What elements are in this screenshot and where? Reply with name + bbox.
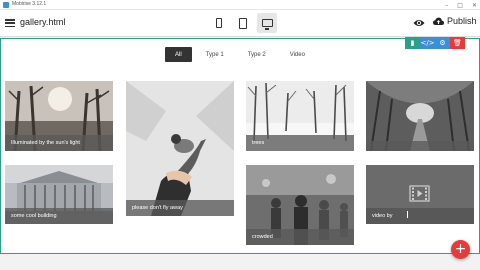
code-icon[interactable]: </> [420, 37, 435, 49]
gear-icon[interactable]: ⚙ [435, 37, 450, 49]
filter-video[interactable]: Video [280, 47, 315, 62]
filter-all[interactable]: All [165, 47, 192, 62]
gallery-caption [366, 141, 474, 151]
add-block-button[interactable]: + [451, 240, 470, 259]
gallery-caption: please don't fly away [126, 200, 234, 216]
filter-type-1[interactable]: Type 1 [196, 47, 234, 62]
publish-button[interactable]: Publish [433, 16, 477, 26]
maximize-icon[interactable]: □ [457, 2, 463, 9]
gallery-item[interactable]: crowded [246, 165, 354, 245]
gallery-filters: All Type 1 Type 2 Video [165, 47, 315, 62]
publish-label: Publish [447, 16, 477, 26]
phone-view-button[interactable] [209, 13, 229, 33]
gallery-caption: trees [246, 135, 354, 151]
app-icon [3, 2, 9, 8]
gallery-caption: some cool building [5, 208, 113, 224]
window-titlebar: Mobirise 3.12.1 – □ ✕ [0, 0, 480, 10]
gallery-item[interactable]: Illuminated by the sun's light [5, 81, 113, 151]
text-cursor [407, 211, 408, 218]
gallery-item[interactable]: some cool building [5, 165, 113, 224]
mobile-settings-icon[interactable]: ▮ [405, 37, 420, 49]
preview-eye-icon[interactable] [413, 18, 425, 28]
block-action-buttons: ▮ </> ⚙ 🗑 [405, 37, 465, 49]
desktop-icon [261, 19, 273, 30]
tablet-view-button[interactable] [233, 13, 253, 33]
page-filename[interactable]: gallery.html [20, 17, 65, 27]
filter-type-2[interactable]: Type 2 [238, 47, 276, 62]
trash-icon[interactable]: 🗑 [450, 37, 465, 49]
window-controls: – □ ✕ [445, 0, 477, 10]
gallery-caption: Illuminated by the sun's light [5, 135, 113, 151]
phone-icon [216, 18, 222, 28]
top-toolbar: gallery.html Publish [0, 10, 480, 37]
hamburger-menu-icon[interactable] [5, 19, 15, 27]
gallery-caption: crowded [246, 229, 354, 245]
tablet-icon [239, 17, 247, 29]
close-icon[interactable]: ✕ [472, 2, 477, 9]
device-switcher [209, 13, 277, 33]
minimize-icon[interactable]: – [445, 2, 448, 9]
gallery-item[interactable]: trees [246, 81, 354, 151]
gallery-item[interactable]: please don't fly away [126, 81, 234, 216]
gallery-image [126, 81, 234, 216]
desktop-view-button[interactable] [257, 13, 277, 33]
window-title: Mobirise 3.12.1 [12, 1, 47, 7]
video-icon [409, 185, 430, 202]
cloud-upload-icon [433, 17, 444, 25]
gallery-caption[interactable]: video by [366, 208, 474, 224]
gallery-item[interactable] [366, 81, 474, 151]
